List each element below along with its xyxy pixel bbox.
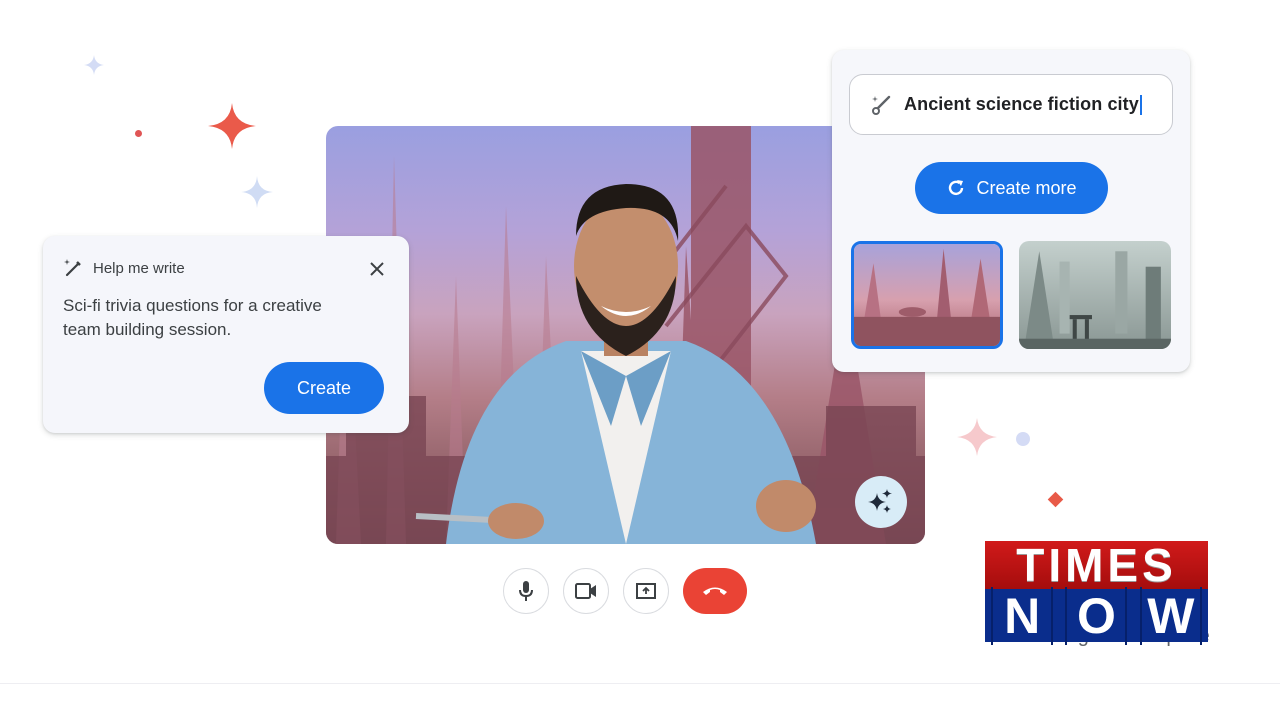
create-more-label: Create more bbox=[976, 177, 1077, 198]
generated-image-thumbnail-2[interactable] bbox=[1019, 241, 1171, 349]
times-now-logo-bottom: N O W bbox=[985, 586, 1208, 645]
close-icon bbox=[370, 262, 384, 276]
diamond-decoration-red bbox=[1047, 491, 1064, 508]
leave-call-button[interactable] bbox=[683, 568, 747, 614]
prompt-input[interactable]: Ancient science fiction city bbox=[849, 74, 1173, 135]
page-divider bbox=[0, 683, 1280, 684]
dot-decoration-blue bbox=[1016, 432, 1030, 446]
sparkle-decoration-light-blue-2 bbox=[241, 176, 273, 208]
camera-button[interactable] bbox=[563, 568, 609, 614]
help-me-write-prompt: Sci-fi trivia questions for a creative t… bbox=[63, 296, 322, 339]
image-generator-card: Ancient science fiction city Create more bbox=[832, 50, 1190, 372]
help-me-write-header: Help me write bbox=[63, 258, 185, 278]
close-button[interactable] bbox=[367, 259, 387, 279]
refresh-icon bbox=[949, 180, 964, 196]
logo-letter: O bbox=[1065, 586, 1128, 645]
times-now-logo-top: TIMES bbox=[985, 539, 1208, 591]
present-screen-icon bbox=[636, 583, 656, 599]
create-button[interactable]: Create bbox=[264, 362, 384, 414]
visual-effects-button[interactable] bbox=[855, 476, 907, 528]
hang-up-icon bbox=[703, 587, 727, 595]
times-now-logo: TIMES N O W bbox=[985, 539, 1208, 645]
logo-letter: W bbox=[1139, 586, 1202, 645]
sparkle-decoration-pink bbox=[957, 418, 997, 456]
microphone-button[interactable] bbox=[503, 568, 549, 614]
mic-icon bbox=[519, 581, 533, 601]
sparkle-decoration-light-blue bbox=[84, 55, 104, 75]
help-me-write-card: Help me write Sci-fi trivia questions fo… bbox=[43, 236, 409, 433]
prompt-input-value: Ancient science fiction city bbox=[904, 94, 1142, 116]
sparkle-decoration-red bbox=[208, 103, 256, 149]
video-camera-icon bbox=[575, 583, 596, 599]
dot-decoration-red bbox=[135, 130, 142, 137]
magic-brush-icon bbox=[872, 95, 891, 115]
help-me-write-title: Help me write bbox=[93, 259, 185, 277]
grey-scifi-ruins-image bbox=[1019, 241, 1171, 349]
sparkle-icon bbox=[868, 489, 892, 513]
pink-scifi-city-image bbox=[854, 244, 1000, 346]
text-caret bbox=[1139, 95, 1142, 116]
generated-image-thumbnail-1[interactable] bbox=[851, 241, 1003, 349]
magic-pen-icon bbox=[64, 259, 81, 277]
create-more-button[interactable]: Create more bbox=[915, 162, 1108, 214]
present-screen-button[interactable] bbox=[623, 568, 669, 614]
logo-letter: N bbox=[991, 586, 1054, 645]
call-controls bbox=[503, 568, 747, 614]
